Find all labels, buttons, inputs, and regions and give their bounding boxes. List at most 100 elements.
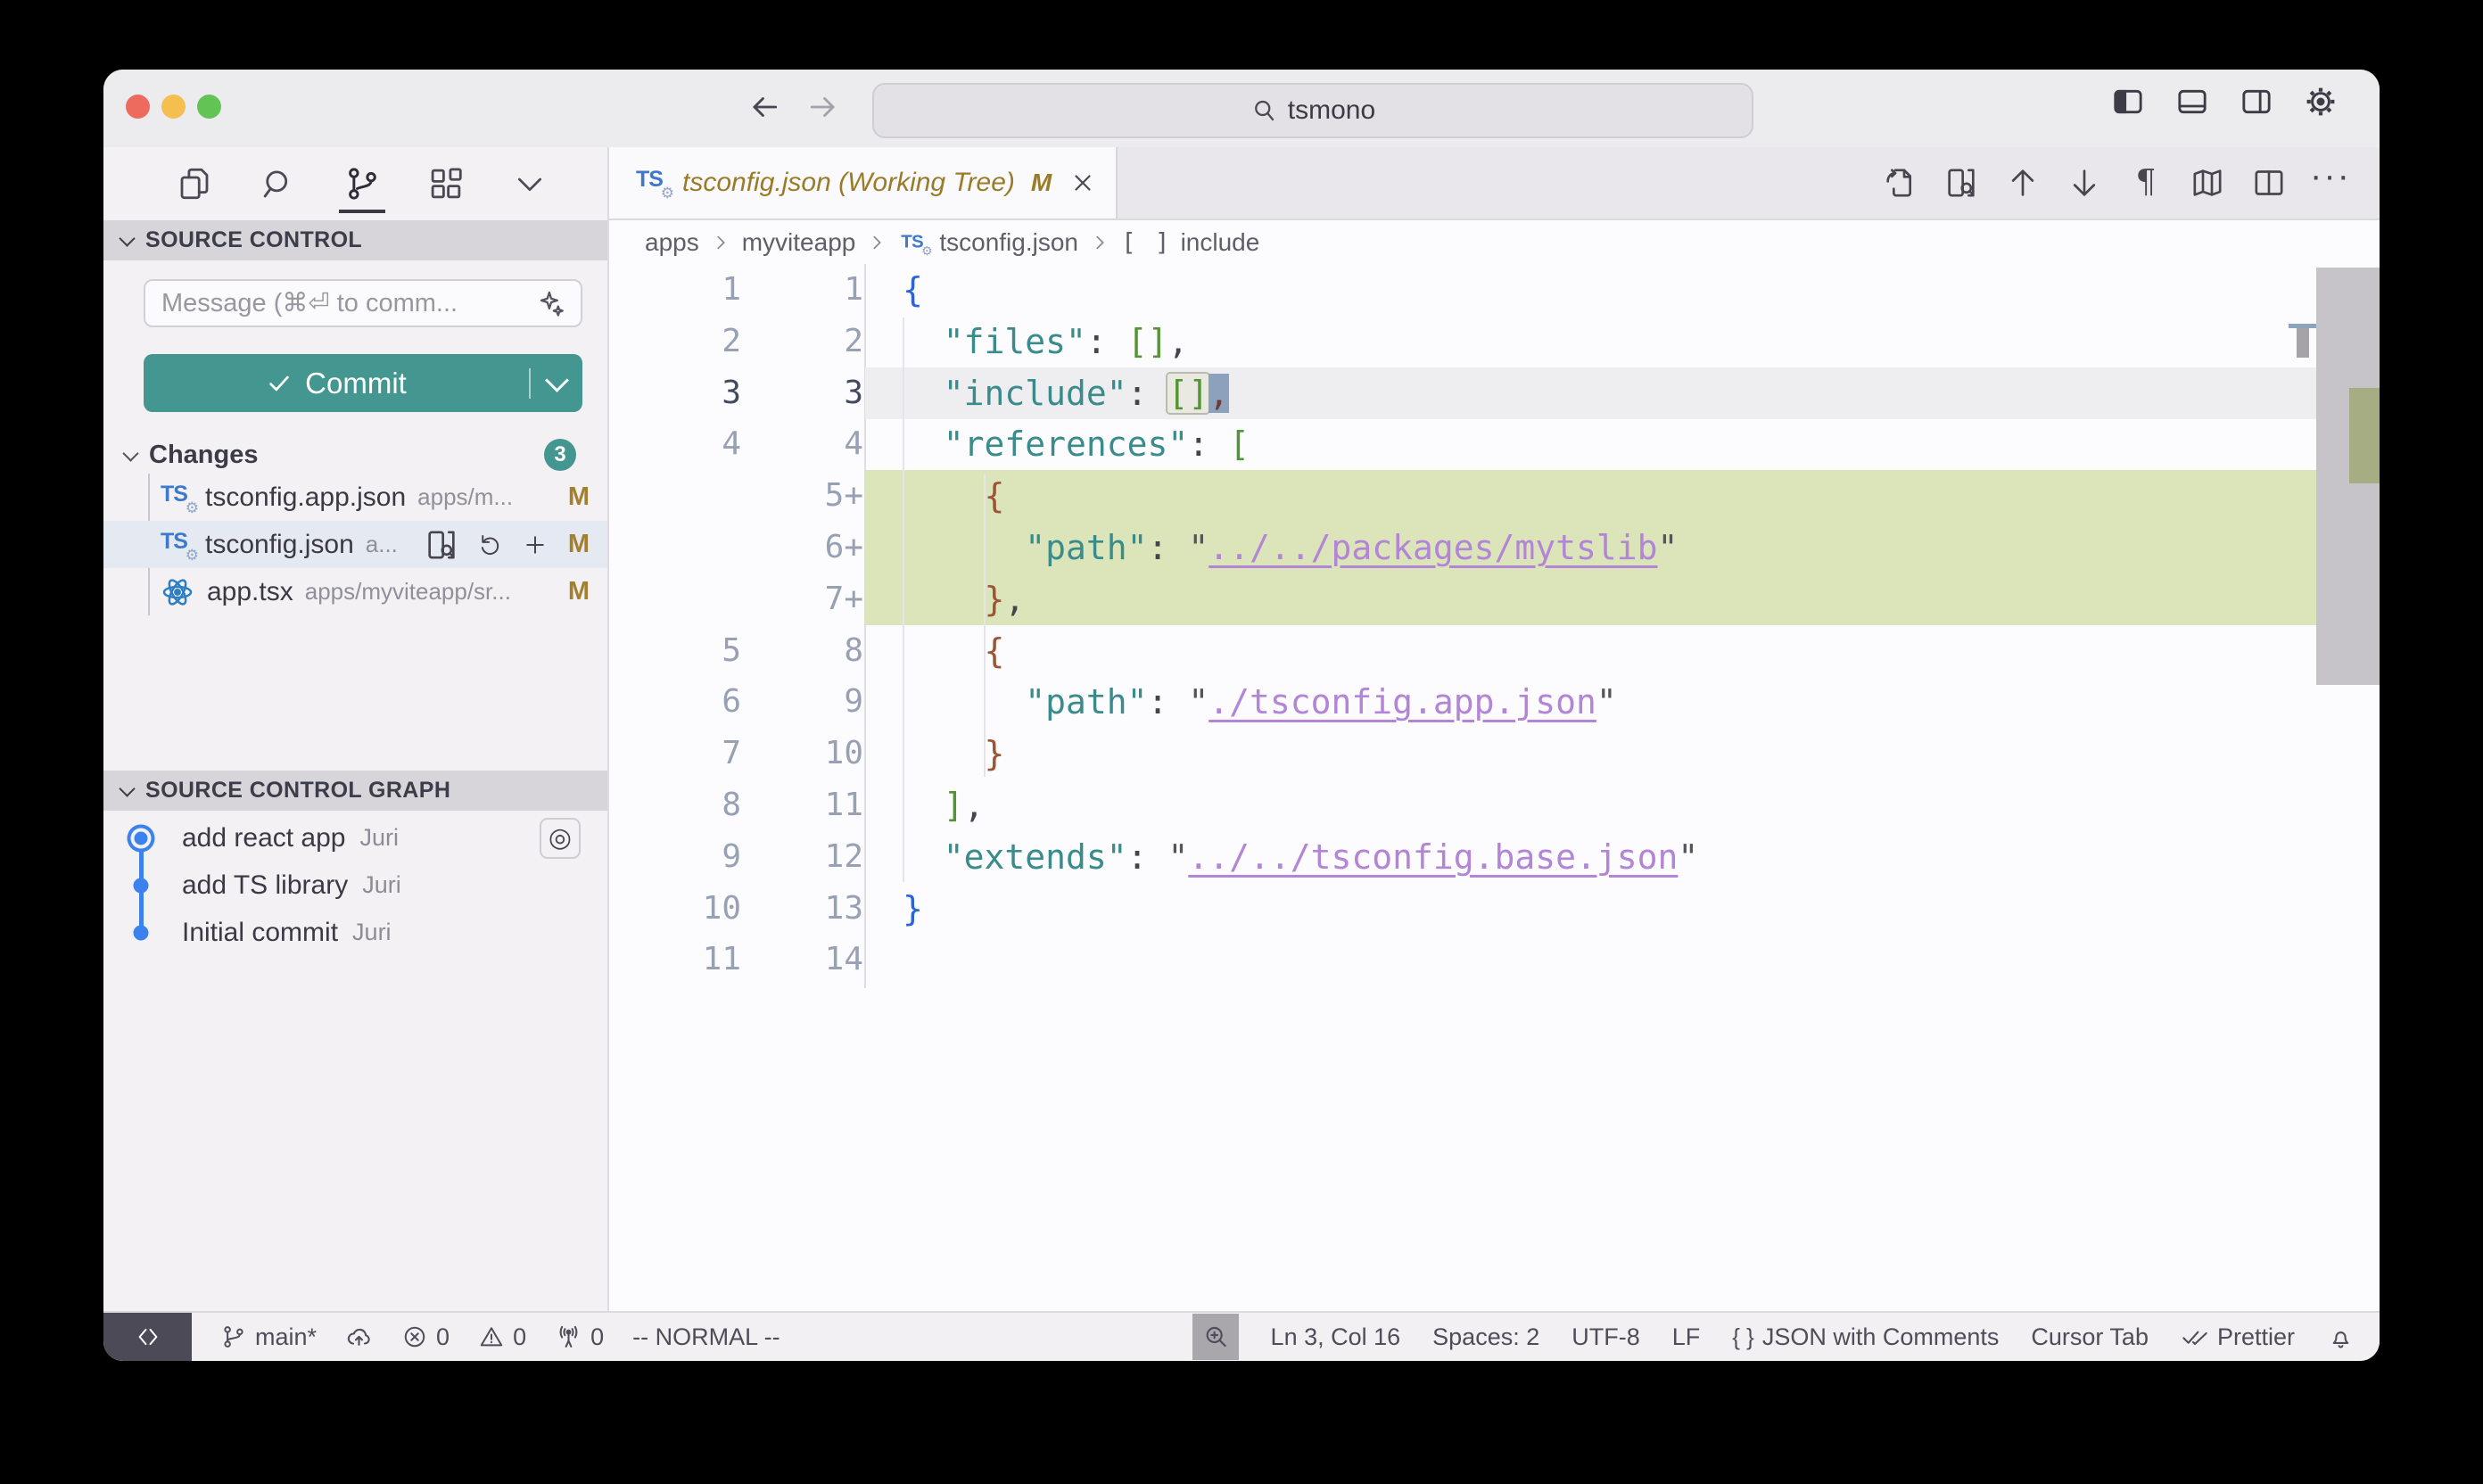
code-line[interactable]: 8 11 ],: [609, 779, 2380, 831]
status-branch-status[interactable]: main*: [220, 1323, 317, 1351]
check-icon: [266, 370, 293, 397]
tsconfig-icon: TS⚙: [898, 227, 930, 259]
activity-item-more-views[interactable]: [505, 154, 555, 213]
status-errors[interactable]: 0: [401, 1323, 450, 1351]
breadcrumb-item-myviteapp[interactable]: myviteapp: [742, 228, 856, 257]
modified-line-number: 9: [745, 676, 863, 728]
toggle-secondary-sidebar-icon[interactable]: [2237, 82, 2276, 121]
code-line[interactable]: 5 8 {: [609, 625, 2380, 677]
code-line[interactable]: 11 14: [609, 934, 2380, 985]
code-line[interactable]: 6+ "path": "../../packages/mytslib": [609, 522, 2380, 573]
navigate-forward-icon[interactable]: [802, 86, 845, 128]
commit-row[interactable]: add react app Juri ◎: [103, 814, 607, 862]
array-symbol-icon: [ ]: [1121, 227, 1172, 257]
sparkle-icon[interactable]: [536, 288, 566, 318]
code-line[interactable]: 7 10 }: [609, 728, 2380, 779]
radio-tower-icon: [555, 1323, 582, 1351]
commit-message-input[interactable]: [160, 288, 536, 319]
changes-section-header[interactable]: Changes 3: [103, 437, 607, 473]
zoom-indicator-button[interactable]: [1192, 1314, 1239, 1360]
bell-icon: [2327, 1323, 2355, 1351]
close-window-button[interactable]: [126, 95, 150, 119]
status-vim-mode[interactable]: -- NORMAL --: [632, 1323, 780, 1351]
vertical-scrollbar[interactable]: [2316, 268, 2380, 685]
zoom-window-button[interactable]: [197, 95, 221, 119]
previous-change-icon[interactable]: [2004, 164, 2042, 202]
toggle-panel-icon[interactable]: [2173, 82, 2212, 121]
open-file-icon[interactable]: [1943, 164, 1980, 202]
commit-graph-list: add react app Juri ◎ add TS library Juri…: [103, 814, 607, 956]
source-control-graph-header[interactable]: SOURCE CONTROL GRAPH: [103, 771, 607, 811]
file-name: tsconfig.json: [205, 530, 354, 560]
changes-count-badge: 3: [544, 439, 576, 471]
remote-indicator-button[interactable]: [103, 1313, 192, 1361]
toggle-map-icon[interactable]: [2189, 164, 2226, 202]
activity-item-source-control[interactable]: [337, 154, 387, 213]
source-control-section-header[interactable]: SOURCE CONTROL: [103, 220, 607, 260]
overview-ruler-added-mark: [2349, 388, 2380, 483]
code-line[interactable]: 2 2 "files": [],: [609, 316, 2380, 367]
changed-file-tsconfig.app.json[interactable]: TS⚙ tsconfig.app.json apps/m... M: [103, 474, 607, 521]
toggle-primary-sidebar-icon[interactable]: [2108, 82, 2148, 121]
sidebar: SOURCE CONTROL Commit: [103, 147, 609, 1311]
activity-item-extensions[interactable]: [421, 154, 471, 213]
stage-changes-icon[interactable]: [522, 532, 549, 558]
code-editor[interactable]: 1 1 { 2 2 "files": [], 3 3 "include": []…: [609, 264, 2380, 1311]
status-encoding[interactable]: UTF-8: [1571, 1323, 1640, 1351]
status-publish-changes[interactable]: [345, 1323, 373, 1351]
code-line[interactable]: 3 3 "include": [],: [609, 367, 2380, 419]
open-file-icon[interactable]: [424, 527, 459, 563]
status-eol[interactable]: LF: [1672, 1323, 1701, 1351]
activity-item-search[interactable]: [253, 154, 303, 213]
commit-row[interactable]: Initial commit Juri: [103, 909, 607, 956]
goto-history-item-button[interactable]: ◎: [540, 818, 581, 859]
code-line[interactable]: 4 4 "references": [: [609, 418, 2380, 470]
changed-file-app.tsx[interactable]: app.tsx apps/myviteapp/sr... M: [103, 568, 607, 615]
tab-tsconfig-working-tree[interactable]: TS⚙ tsconfig.json (Working Tree) M: [609, 147, 1118, 218]
changed-file-tsconfig.json[interactable]: TS⚙ tsconfig.json a... M: [103, 521, 607, 568]
commit-dropdown-button[interactable]: [531, 377, 582, 389]
commit-button-label: Commit: [305, 367, 407, 400]
more-actions-icon[interactable]: ···: [2312, 164, 2349, 202]
close-tab-icon[interactable]: [1069, 169, 1096, 196]
status-notifications[interactable]: [2327, 1323, 2355, 1351]
commit-row[interactable]: add TS library Juri: [103, 862, 607, 909]
status-indentation[interactable]: Spaces: 2: [1432, 1323, 1539, 1351]
code-line[interactable]: 7+ },: [609, 573, 2380, 625]
minimize-window-button[interactable]: [161, 95, 186, 119]
code-line[interactable]: 9 12 "extends": "../../tsconfig.base.jso…: [609, 831, 2380, 883]
code-line[interactable]: 1 1 {: [609, 264, 2380, 316]
breadcrumb-item-tsconfig.json[interactable]: TS⚙tsconfig.json: [898, 227, 1078, 259]
settings-gear-icon[interactable]: [2301, 82, 2340, 121]
status-tab-mode[interactable]: Cursor Tab: [2031, 1323, 2149, 1351]
next-change-icon[interactable]: [2066, 164, 2103, 202]
activity-item-explorer[interactable]: [169, 154, 219, 213]
toggle-whitespace-icon[interactable]: ¶: [2127, 164, 2165, 202]
commit-node-icon: [135, 831, 148, 845]
commit-author: Juri: [359, 824, 399, 852]
code-line[interactable]: 6 9 "path": "./tsconfig.app.json": [609, 676, 2380, 728]
tsconfig-file-icon: TS⚙: [161, 482, 193, 514]
command-center-search[interactable]: tsmono: [872, 83, 1753, 138]
breadcrumb-item-apps[interactable]: apps: [645, 228, 699, 257]
status-warnings[interactable]: 0: [478, 1323, 526, 1351]
split-editor-icon[interactable]: [2250, 164, 2288, 202]
code-line[interactable]: 10 13 }: [609, 883, 2380, 935]
modified-line-number: 10: [745, 728, 863, 779]
breadcrumb-item-include[interactable]: [ ]include: [1121, 227, 1259, 257]
discard-changes-icon[interactable]: [477, 532, 504, 558]
line-band: [865, 625, 2316, 677]
desktop: { "window": { "search_value": "tsmono", …: [0, 0, 2483, 1484]
status-forwarded-ports[interactable]: 0: [555, 1323, 604, 1351]
open-changes-icon[interactable]: [1881, 164, 1918, 202]
status-formatter[interactable]: Prettier: [2181, 1323, 2295, 1351]
navigate-back-icon[interactable]: [743, 86, 786, 128]
chevron-down-icon: [119, 780, 135, 796]
commit-button[interactable]: Commit: [144, 354, 582, 412]
code-line[interactable]: 5+ {: [609, 470, 2380, 522]
source-control-title: SOURCE CONTROL: [145, 227, 362, 253]
status-cursor-position[interactable]: Ln 3, Col 16: [1271, 1323, 1401, 1351]
status-language-mode[interactable]: { }JSON with Comments: [1732, 1323, 1999, 1351]
modified-badge: M: [568, 530, 590, 559]
modified-line-number: 6+: [745, 522, 863, 573]
